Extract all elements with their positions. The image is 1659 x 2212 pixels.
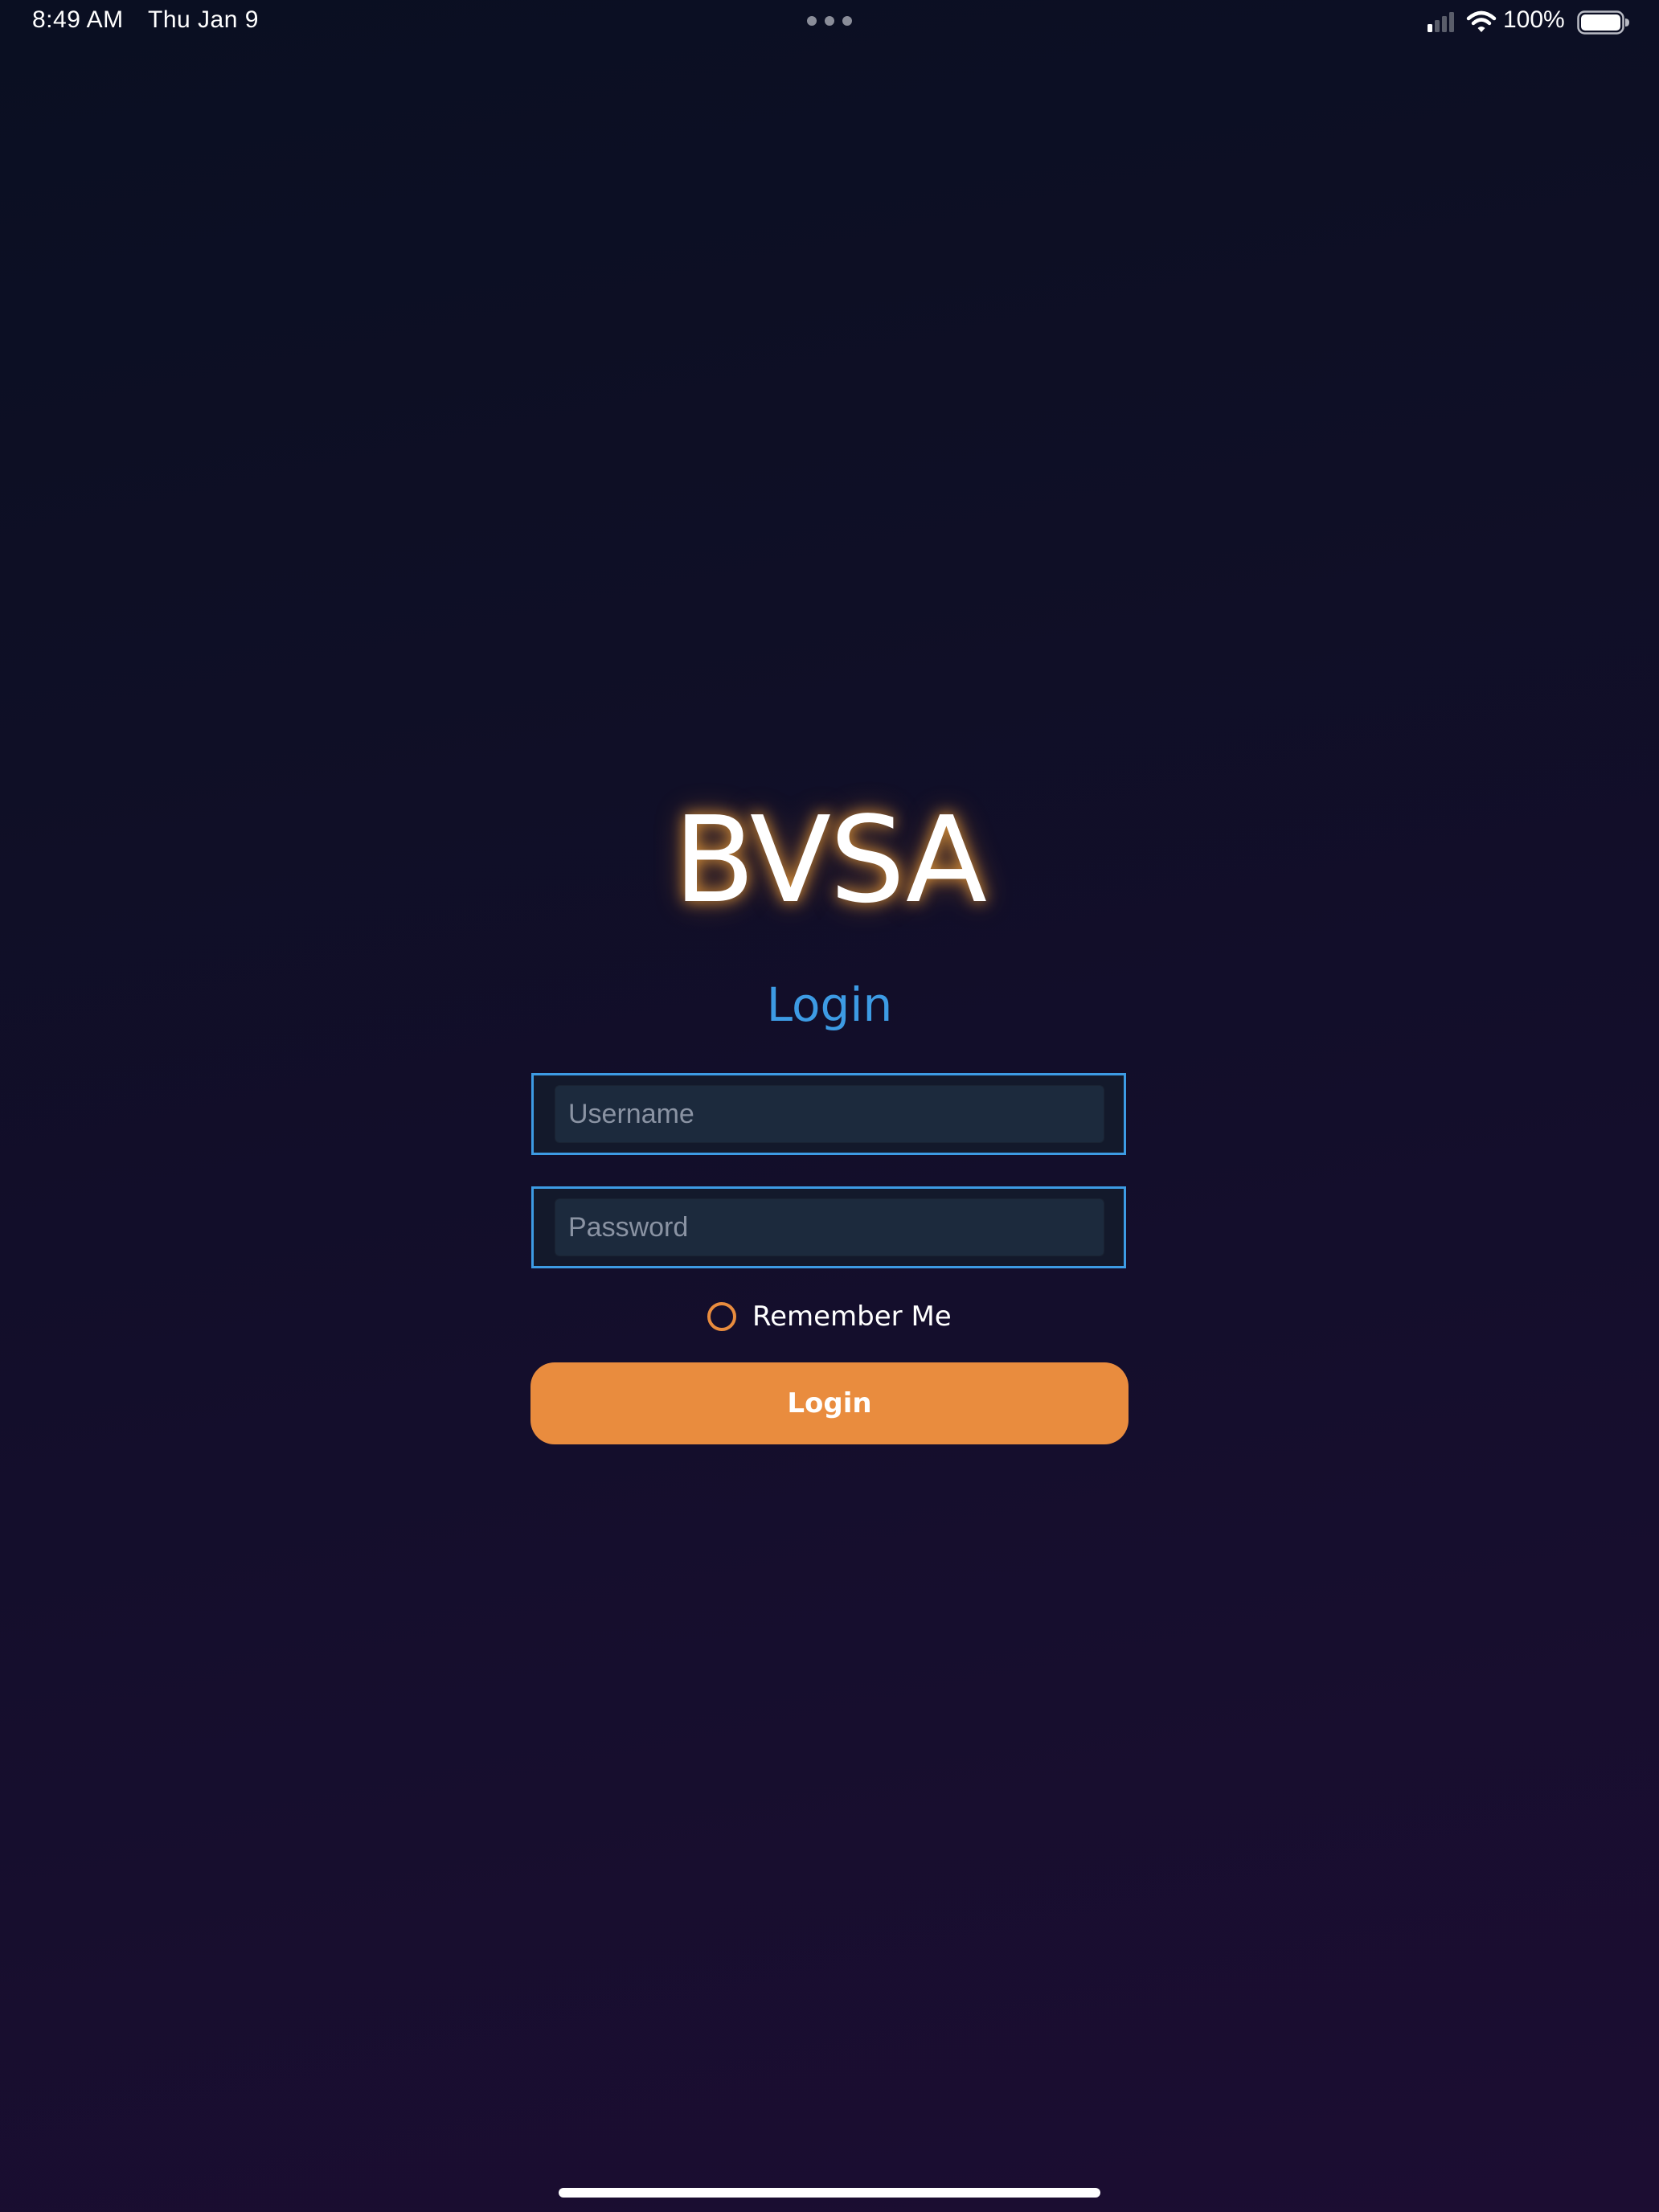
login-button[interactable]: Login — [530, 1362, 1129, 1444]
app-title: BVSA — [673, 791, 987, 929]
wifi-icon — [1466, 10, 1497, 32]
password-field — [531, 1186, 1126, 1268]
dot — [807, 16, 817, 26]
login-heading: Login — [766, 977, 893, 1032]
dot — [825, 16, 834, 26]
status-time: 8:49 AM — [32, 6, 124, 33]
remember-me-toggle[interactable]: Remember Me — [707, 1297, 952, 1336]
username-input[interactable] — [555, 1085, 1104, 1143]
status-date: Thu Jan 9 — [148, 6, 259, 33]
battery-percentage: 100% — [1503, 6, 1565, 33]
remember-me-label: Remember Me — [752, 1301, 952, 1333]
signal-icon — [1428, 12, 1454, 32]
dot — [842, 16, 852, 26]
password-input[interactable] — [555, 1198, 1104, 1256]
username-field — [531, 1073, 1126, 1155]
status-bar: 8:49 AM Thu Jan 9 100% — [0, 0, 1659, 45]
home-indicator[interactable] — [559, 2188, 1100, 2198]
battery-icon — [1577, 10, 1629, 35]
multitasking-dots-icon[interactable] — [807, 16, 852, 27]
remember-me-radio[interactable] — [707, 1302, 736, 1331]
